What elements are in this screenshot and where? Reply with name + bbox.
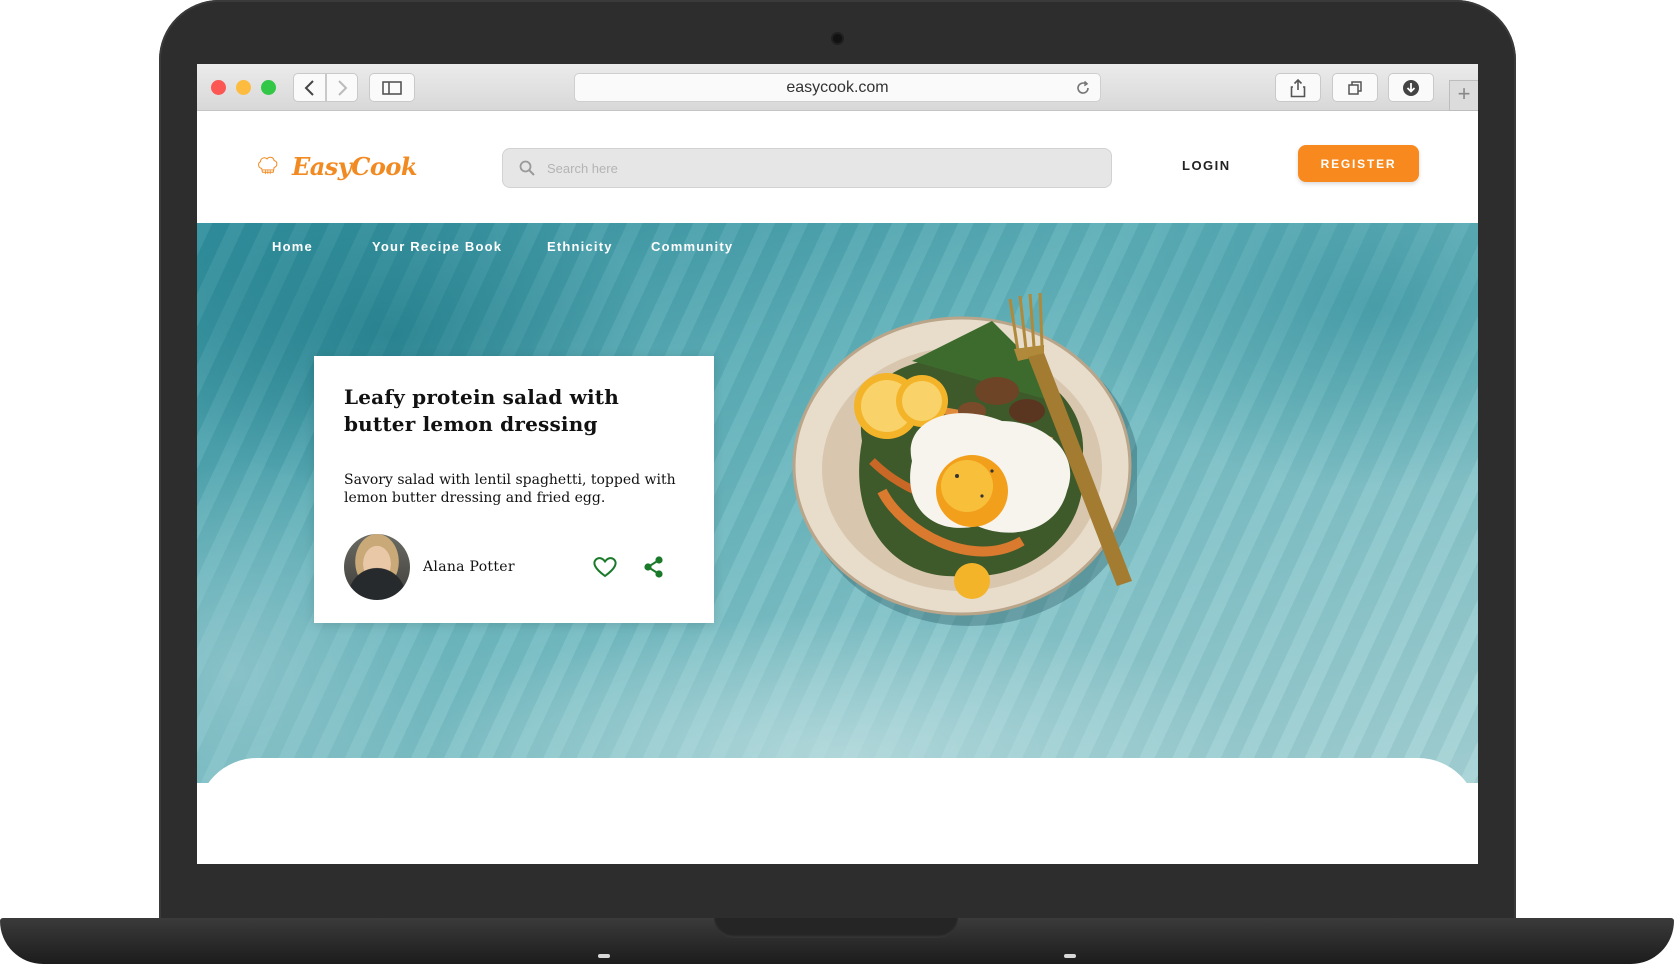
tabs-overview-icon (1348, 80, 1362, 95)
downloads-button[interactable] (1388, 73, 1434, 102)
forward-button[interactable] (326, 73, 358, 102)
camera (833, 34, 842, 43)
login-link[interactable]: LOGIN (1182, 158, 1231, 173)
author-name[interactable]: Alana Potter (423, 559, 515, 575)
nav-item-community[interactable]: Community (651, 239, 733, 254)
recipe-title[interactable]: Leafy protein salad with butter lemon dr… (344, 384, 684, 438)
reload-icon[interactable] (1074, 79, 1092, 97)
sidebar-toggle-button[interactable] (369, 73, 415, 102)
chef-hat-icon (258, 156, 278, 175)
share-page-button[interactable] (1275, 73, 1321, 102)
nav-item-home[interactable]: Home (272, 239, 313, 254)
nav-item-ethnicity[interactable]: Ethnicity (547, 239, 613, 254)
address-bar[interactable]: easycook.com (574, 73, 1101, 102)
search-icon (519, 160, 535, 176)
salad-plate-image (792, 292, 1137, 626)
chevron-right-icon (338, 79, 348, 96)
browser-toolbar: easycook.com + (197, 64, 1478, 111)
show-tabs-button[interactable] (1332, 73, 1378, 102)
share-upload-icon (1290, 78, 1306, 97)
url-text: easycook.com (786, 78, 889, 96)
author-avatar[interactable] (344, 534, 410, 600)
content-panel (197, 758, 1478, 864)
nav-item-recipe-book[interactable]: Your Recipe Book (372, 239, 502, 254)
hero-banner: Home Your Recipe Book Ethnicity Communit… (197, 223, 1478, 783)
logo-text: EasyCook (291, 151, 418, 181)
screen: easycook.com + EasyCook Search here LOGI… (197, 64, 1478, 864)
heart-icon[interactable] (592, 555, 618, 579)
share-icon[interactable] (643, 555, 665, 579)
recipe-description: Savory salad with lentil spaghetti, topp… (344, 472, 676, 506)
sidebar-icon (382, 80, 402, 95)
recipe-card[interactable]: Leafy protein salad with butter lemon dr… (314, 356, 714, 623)
close-window-button[interactable] (211, 80, 226, 95)
back-button[interactable] (293, 73, 326, 102)
laptop-foot (1064, 954, 1076, 958)
register-button[interactable]: REGISTER (1298, 145, 1419, 182)
laptop-notch (714, 918, 958, 938)
maximize-window-button[interactable] (261, 80, 276, 95)
logo[interactable]: EasyCook (257, 136, 418, 196)
download-icon (1403, 79, 1419, 96)
chevron-left-icon (304, 79, 314, 96)
minimize-window-button[interactable] (236, 80, 251, 95)
new-tab-button[interactable]: + (1449, 80, 1478, 111)
author-row: Alana Potter (344, 534, 684, 600)
site-header: EasyCook LOGIN REGISTER (197, 112, 1478, 223)
search-input[interactable] (547, 160, 1087, 176)
search-bar[interactable] (502, 148, 1112, 188)
laptop-foot (598, 954, 610, 958)
